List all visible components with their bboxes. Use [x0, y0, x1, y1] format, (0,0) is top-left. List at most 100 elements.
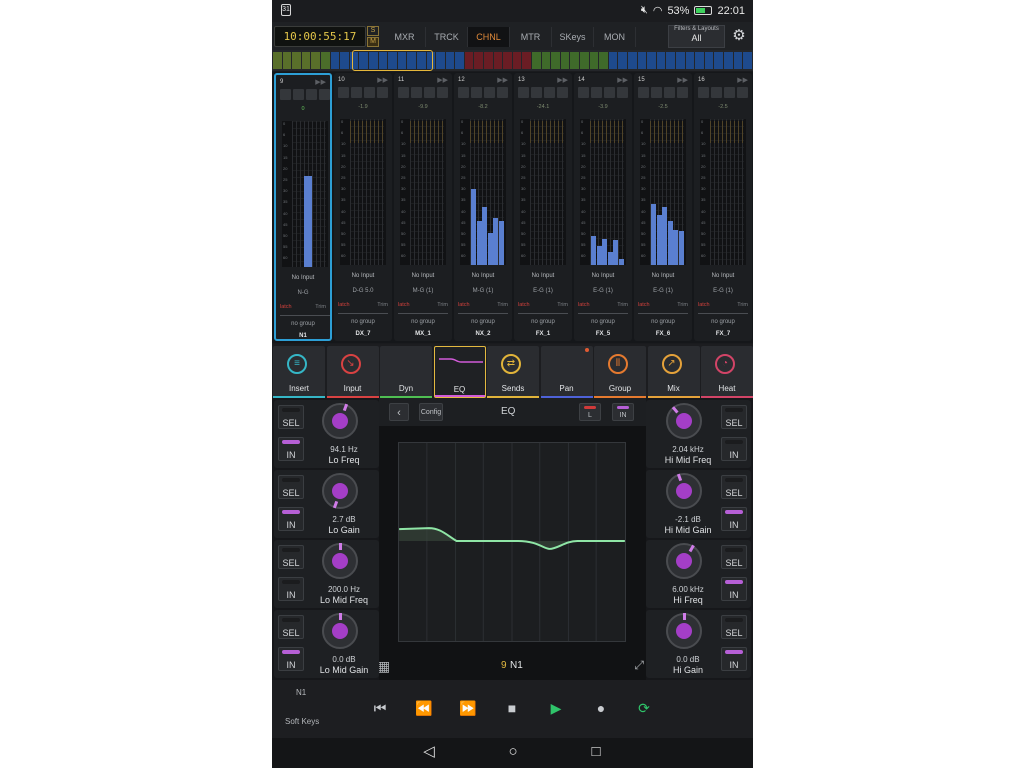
channel-input[interactable]: No Input: [394, 273, 452, 279]
channel-input[interactable]: No Input: [634, 273, 692, 279]
play-icon[interactable]: ▶: [546, 698, 566, 718]
channel-toggle-button[interactable]: [458, 87, 469, 98]
sel-button[interactable]: SEL: [721, 475, 747, 499]
automation-mode[interactable]: latch: [398, 302, 410, 308]
channel-toggle-button[interactable]: [557, 87, 568, 98]
channel-toggle-button[interactable]: [518, 87, 529, 98]
channel-input[interactable]: No Input: [276, 275, 330, 281]
channel-toggle-button[interactable]: [724, 87, 735, 98]
play-icon[interactable]: ▶▶: [557, 76, 568, 84]
automation-mode[interactable]: latch: [638, 302, 650, 308]
automation-mode[interactable]: latch: [518, 302, 530, 308]
eq-knob[interactable]: [322, 403, 358, 439]
channel-toggle-button[interactable]: [698, 87, 709, 98]
automation-mode[interactable]: latch: [338, 302, 350, 308]
section-pan[interactable]: Pan: [540, 346, 593, 398]
record-icon[interactable]: ●: [591, 698, 611, 718]
channel-name[interactable]: N1: [276, 333, 330, 339]
section-mix[interactable]: ↗ Mix: [647, 346, 700, 398]
channel-toggle-button[interactable]: [293, 89, 304, 100]
rewind-to-start-icon[interactable]: ⏮: [370, 698, 390, 718]
channel-input[interactable]: No Input: [574, 273, 632, 279]
channel-name[interactable]: MX_1: [394, 331, 452, 337]
channel-toggle-button[interactable]: [319, 89, 330, 100]
home-nav-icon[interactable]: ○: [505, 744, 521, 760]
l-button[interactable]: L: [579, 403, 601, 421]
channel-input[interactable]: No Input: [694, 273, 752, 279]
channel-toggle-button[interactable]: [471, 87, 482, 98]
in-button[interactable]: IN: [278, 507, 304, 531]
trim-button[interactable]: Trim: [617, 302, 628, 308]
channel-group[interactable]: no group: [276, 321, 330, 327]
trim-button[interactable]: Trim: [737, 302, 748, 308]
channel-toggle-button[interactable]: [364, 87, 375, 98]
channel-name[interactable]: FX_1: [514, 331, 572, 337]
channel-toggle-button[interactable]: [377, 87, 388, 98]
section-group[interactable]: ⦀ Group: [594, 346, 646, 398]
eq-knob[interactable]: [322, 613, 358, 649]
in-button[interactable]: IN: [278, 437, 304, 461]
channel-strip[interactable]: 9 ▶▶ 0 0 6 10 15 20 25 30 35 40 45 50 55 60 No Input N-G l…: [274, 73, 332, 341]
channel-routing[interactable]: M-G (1): [394, 288, 452, 294]
channel-toggle-button[interactable]: [424, 87, 435, 98]
channel-routing[interactable]: N-G: [276, 290, 330, 296]
channel-toggle-button[interactable]: [306, 89, 317, 100]
channel-toggle-button[interactable]: [411, 87, 422, 98]
sel-button[interactable]: SEL: [278, 545, 304, 569]
filters-layouts-button[interactable]: Filters & Layouts All: [668, 25, 725, 48]
automation-mode[interactable]: latch: [280, 304, 292, 310]
play-icon[interactable]: ▶▶: [497, 76, 508, 84]
play-icon[interactable]: ▶▶: [677, 76, 688, 84]
sel-button[interactable]: SEL: [721, 615, 747, 639]
eq-knob[interactable]: [666, 403, 702, 439]
channel-input[interactable]: No Input: [334, 273, 392, 279]
channel-group[interactable]: no group: [454, 319, 512, 325]
fast-forward-icon[interactable]: ⏩: [458, 698, 478, 718]
channel-group[interactable]: no group: [514, 319, 572, 325]
automation-mode[interactable]: latch: [458, 302, 470, 308]
channel-group[interactable]: no group: [334, 319, 392, 325]
trim-button[interactable]: Trim: [497, 302, 508, 308]
channel-routing[interactable]: M-G (1): [454, 288, 512, 294]
section-heat[interactable]: ◔ Heat: [701, 346, 753, 398]
channel-routing[interactable]: E-G (1): [694, 288, 752, 294]
back-icon[interactable]: ‹: [389, 403, 409, 421]
track-overview-strip[interactable]: [272, 50, 753, 71]
sel-button[interactable]: SEL: [721, 405, 747, 429]
s-toggle[interactable]: S: [367, 26, 379, 36]
channel-name[interactable]: FX_7: [694, 331, 752, 337]
channel-routing[interactable]: D-G 5.0: [334, 288, 392, 294]
overview-selection[interactable]: [352, 50, 433, 71]
channel-routing[interactable]: E-G (1): [634, 288, 692, 294]
gear-icon[interactable]: ⚙: [731, 28, 747, 44]
channel-name[interactable]: NX_2: [454, 331, 512, 337]
trim-button[interactable]: Trim: [377, 302, 388, 308]
sel-button[interactable]: SEL: [278, 475, 304, 499]
channel-toggle-button[interactable]: [497, 87, 508, 98]
channel-toggle-button[interactable]: [617, 87, 628, 98]
back-nav-icon[interactable]: ◁: [421, 744, 437, 760]
channel-toggle-button[interactable]: [484, 87, 495, 98]
channel-group[interactable]: no group: [574, 319, 632, 325]
eq-curve-graph[interactable]: [398, 442, 626, 642]
channel-input[interactable]: No Input: [514, 273, 572, 279]
automation-mode[interactable]: latch: [698, 302, 710, 308]
channel-strip[interactable]: 10 ▶▶ -1.9 0 6 10 15 20 25 30 35 40 45 50 55 60 No Input…: [334, 73, 392, 341]
channel-toggle-button[interactable]: [677, 87, 688, 98]
tab-mxr[interactable]: MXR: [384, 27, 426, 47]
channel-toggle-button[interactable]: [711, 87, 722, 98]
channel-toggle-button[interactable]: [664, 87, 675, 98]
channel-strip[interactable]: 16 ▶▶ -2.5 0 6 10 15 20 25 30 35 40 45 50 55 60 No Input…: [694, 73, 752, 341]
section-input[interactable]: ↘ Input: [326, 346, 379, 398]
channel-toggle-button[interactable]: [604, 87, 615, 98]
channel-toggle-button[interactable]: [437, 87, 448, 98]
eq-knob[interactable]: [666, 473, 702, 509]
play-icon[interactable]: ▶▶: [617, 76, 628, 84]
sel-button[interactable]: SEL: [278, 615, 304, 639]
channel-strip[interactable]: 14 ▶▶ -3.9 0 6 10 15 20 25 30 35 40 45 50 55 60 No Input…: [574, 73, 632, 341]
eq-knob[interactable]: [322, 473, 358, 509]
play-icon[interactable]: ▶▶: [315, 78, 326, 86]
channel-toggle-button[interactable]: [651, 87, 662, 98]
recents-nav-icon[interactable]: □: [588, 744, 604, 760]
channel-toggle-button[interactable]: [280, 89, 291, 100]
